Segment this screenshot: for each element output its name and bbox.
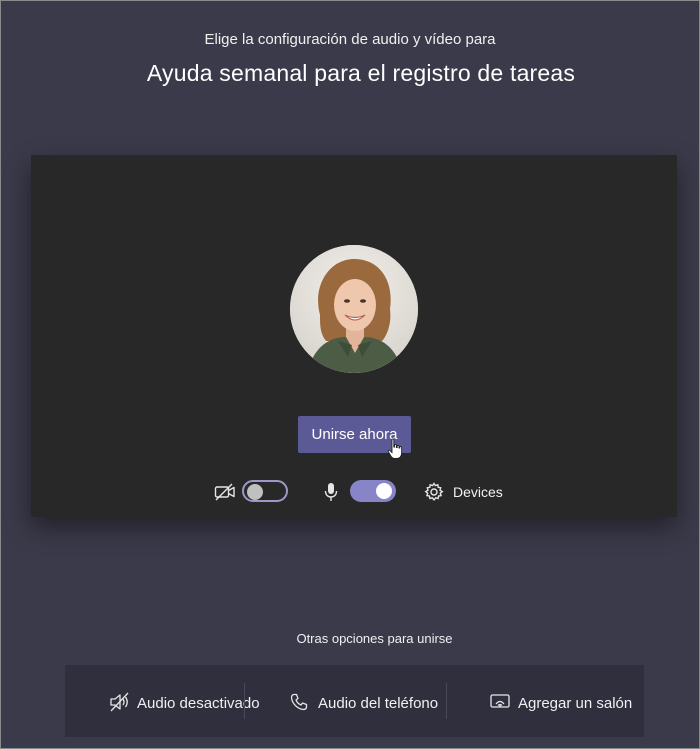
- options-divider: [446, 683, 447, 719]
- other-join-options-bar: Audio desactivado Audio del teléfono Agr…: [65, 665, 644, 737]
- phone-audio-option[interactable]: Audio del teléfono: [290, 665, 440, 737]
- camera-off-icon: [214, 483, 235, 501]
- add-room-label: Agregar un salón: [518, 695, 633, 712]
- options-divider: [244, 683, 245, 719]
- audio-off-option[interactable]: Audio desactivado: [107, 665, 260, 737]
- phone-audio-label: Audio del teléfono: [318, 695, 439, 712]
- microphone-toggle[interactable]: [350, 480, 396, 502]
- video-preview-panel: Unirse ahora Devices: [31, 155, 677, 517]
- camera-toggle-knob: [247, 484, 263, 500]
- add-room-option[interactable]: Agregar un salón: [490, 665, 640, 737]
- meeting-title: Ayuda semanal para el registro de tareas: [146, 60, 576, 86]
- hand-pointer-cursor-icon: [387, 438, 403, 459]
- avatar: [290, 245, 418, 373]
- microphone-toggle-knob: [376, 483, 392, 499]
- camera-toggle[interactable]: [242, 480, 288, 502]
- room-cast-icon: [490, 694, 510, 708]
- speaker-off-icon: [110, 692, 129, 712]
- microphone-icon: [324, 483, 338, 501]
- phone-icon: [290, 693, 308, 711]
- audio-off-label: Audio desactivado: [137, 695, 260, 712]
- devices-button[interactable]: Devices: [453, 484, 503, 500]
- device-controls: Devices: [31, 477, 677, 507]
- other-join-options-label: Otras opciones para unirse: [296, 631, 453, 646]
- gear-icon[interactable]: [424, 482, 444, 502]
- prejoin-subtitle: Elige la configuración de audio y vídeo …: [204, 31, 496, 48]
